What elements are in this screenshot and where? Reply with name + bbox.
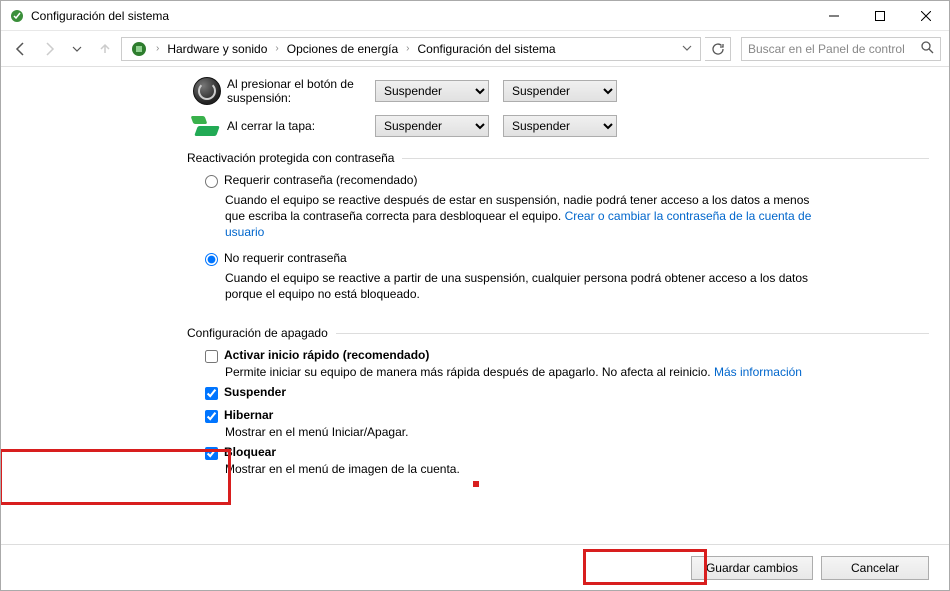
no-require-password-label: No requerir contraseña [224,251,347,265]
suspend-checkbox[interactable]: Suspender [187,385,929,400]
fast-startup-input[interactable] [205,350,218,363]
back-button[interactable] [9,37,33,61]
cancel-button[interactable]: Cancelar [821,556,929,580]
refresh-button[interactable] [705,37,731,61]
suspend-input[interactable] [205,387,218,400]
lock-label: Bloquear [224,445,276,459]
chevron-right-icon: › [273,43,280,54]
no-require-password-desc: Cuando el equipo se reactive a partir de… [187,268,827,312]
content-area: Al presionar el botón de suspensión: Sus… [1,67,949,544]
close-lid-label: Al cerrar la tapa: [227,119,375,133]
hibernate-label: Hibernar [224,408,273,422]
power-button-plugged-select[interactable]: Suspender [503,80,617,102]
chevron-right-icon: › [404,43,411,54]
search-placeholder: Buscar en el Panel de control [748,42,920,56]
section-title: Reactivación protegida con contraseña [187,151,402,165]
title-bar: Configuración del sistema [1,1,949,31]
close-lid-plugged-select[interactable]: Suspender [503,115,617,137]
app-icon [9,8,25,24]
lock-input[interactable] [205,447,218,460]
no-require-password-radio[interactable]: No requerir contraseña [187,251,929,266]
require-password-desc: Cuando el equipo se reactive después de … [187,190,827,251]
require-password-label: Requerir contraseña (recomendado) [224,173,417,187]
section-title: Configuración de apagado [187,326,336,340]
power-button-icon [193,77,221,105]
nav-bar: › Hardware y sonido › Opciones de energí… [1,31,949,67]
chevron-right-icon: › [154,43,161,54]
breadcrumb[interactable]: › Hardware y sonido › Opciones de energí… [121,37,701,61]
power-button-battery-select[interactable]: Suspender [375,80,489,102]
power-options-icon [130,40,148,58]
password-protection-section: Reactivación protegida con contraseña Re… [187,151,929,312]
lock-desc: Mostrar en el menú de imagen de la cuent… [187,462,929,482]
fast-startup-label: Activar inicio rápido (recomendado) [224,348,429,362]
no-require-password-input[interactable] [205,253,218,266]
window-title: Configuración del sistema [31,9,811,23]
search-icon [920,40,934,57]
maximize-button[interactable] [857,1,903,30]
breadcrumb-item[interactable]: Configuración del sistema [414,42,560,56]
search-input[interactable]: Buscar en el Panel de control [741,37,941,61]
footer: Guardar cambios Cancelar [1,544,949,590]
save-button[interactable]: Guardar cambios [691,556,813,580]
forward-button[interactable] [37,37,61,61]
hibernate-desc: Mostrar en el menú Iniciar/Apagar. [187,425,929,445]
close-lid-action-row: Al cerrar la tapa: Suspender Suspender [187,115,929,137]
lock-checkbox[interactable]: Bloquear [187,445,929,460]
shutdown-settings-section: Configuración de apagado Activar inicio … [187,326,929,482]
breadcrumb-item[interactable]: Opciones de energía [283,42,402,56]
power-button-action-row: Al presionar el botón de suspensión: Sus… [187,77,929,105]
close-lid-battery-select[interactable]: Suspender [375,115,489,137]
lid-icon [192,116,222,136]
fast-startup-checkbox[interactable]: Activar inicio rápido (recomendado) [187,348,929,363]
power-button-label: Al presionar el botón de suspensión: [227,77,375,105]
suspend-label: Suspender [224,385,286,399]
close-button[interactable] [903,1,949,30]
require-password-radio[interactable]: Requerir contraseña (recomendado) [187,173,929,188]
hibernate-checkbox[interactable]: Hibernar [187,408,929,423]
hibernate-input[interactable] [205,410,218,423]
history-dropdown[interactable] [65,37,89,61]
minimize-button[interactable] [811,1,857,30]
up-button[interactable] [93,37,117,61]
breadcrumb-dropdown[interactable] [678,42,696,56]
annotation-dot [473,481,479,487]
fast-startup-desc: Permite iniciar su equipo de manera más … [187,365,929,385]
breadcrumb-item[interactable]: Hardware y sonido [163,42,271,56]
annotation-highlight-save [583,549,707,585]
more-info-link[interactable]: Más información [714,365,802,379]
require-password-input[interactable] [205,175,218,188]
